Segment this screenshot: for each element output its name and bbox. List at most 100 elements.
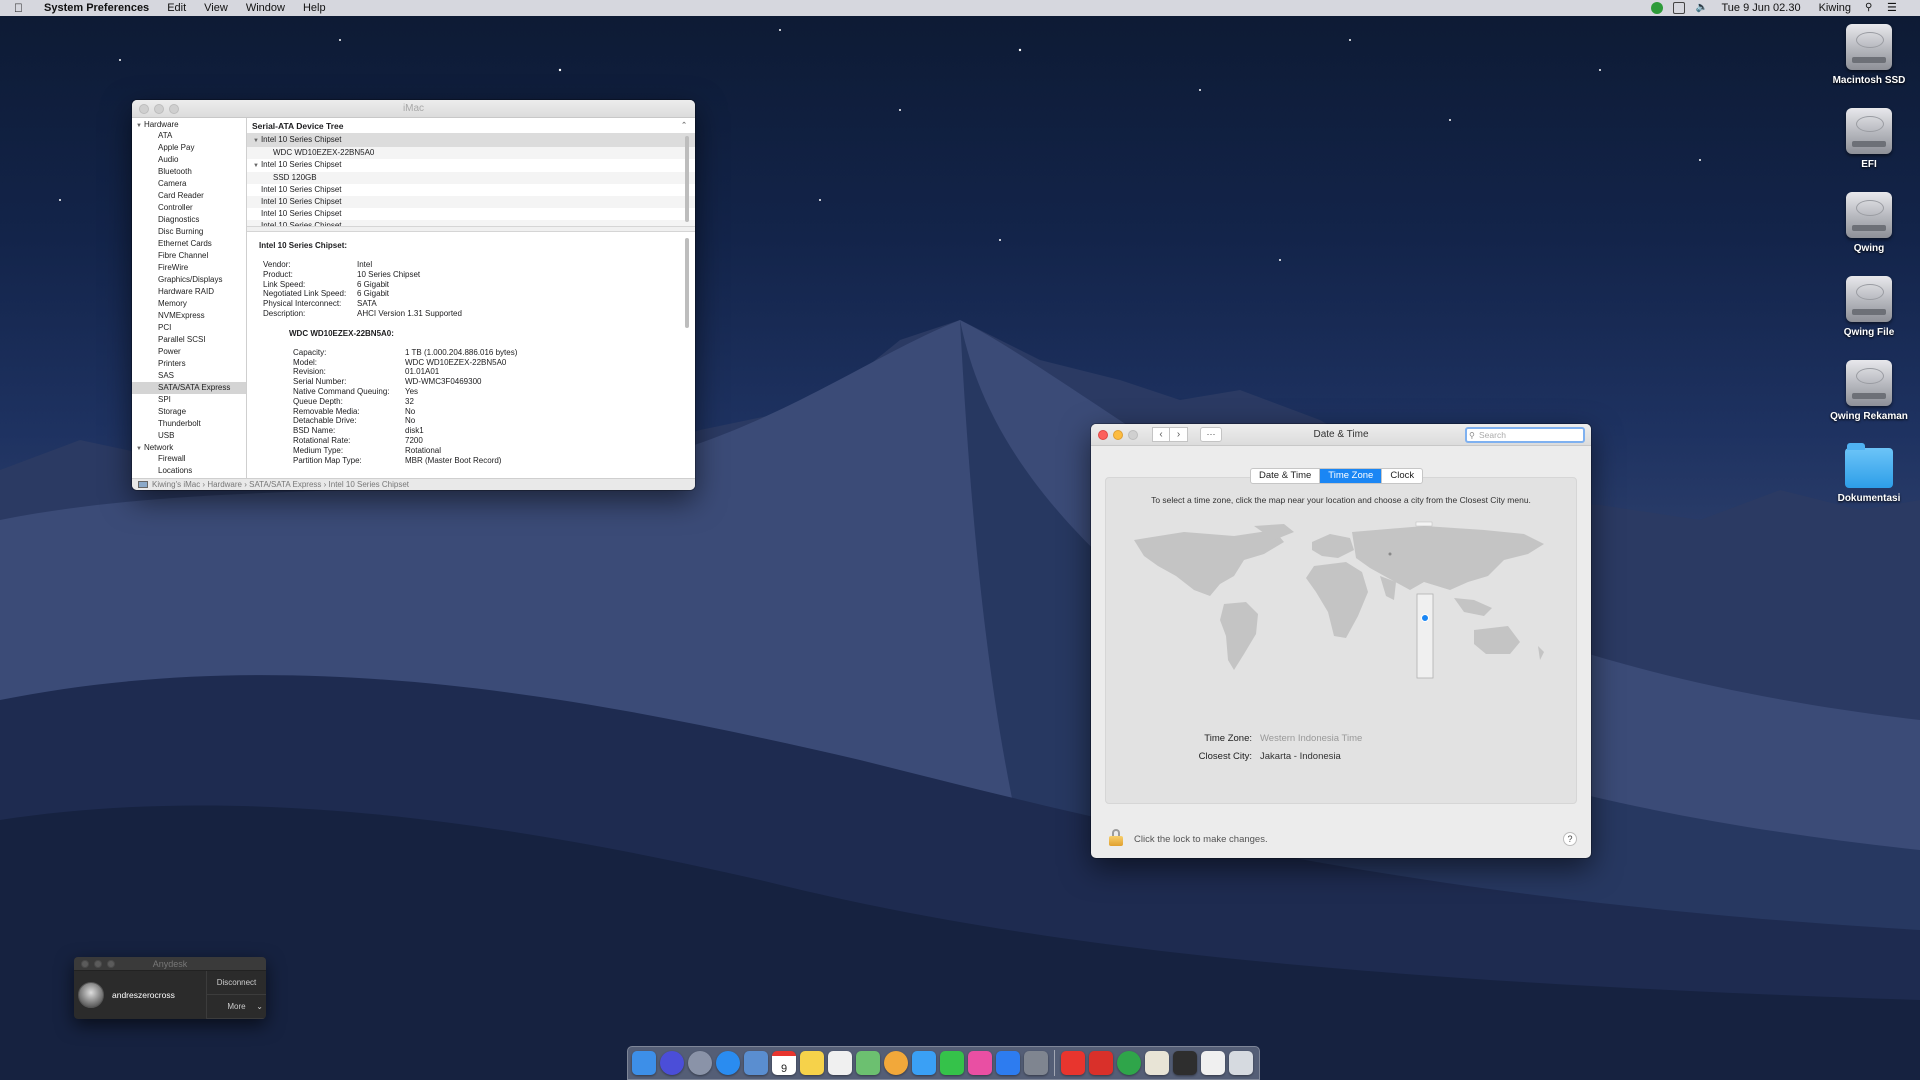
finder-icon[interactable]: [632, 1051, 656, 1075]
tree-scrollbar[interactable]: [685, 136, 689, 222]
tab-time-zone[interactable]: Time Zone: [1320, 469, 1383, 483]
window-titlebar[interactable]: iMac: [132, 100, 695, 118]
document-icon[interactable]: [1201, 1051, 1225, 1075]
anydesk-alt-icon[interactable]: [1089, 1051, 1113, 1075]
search-field[interactable]: ⚲ Search: [1465, 427, 1585, 443]
sidebar-item[interactable]: Parallel SCSI: [132, 334, 246, 346]
anydesk-icon[interactable]: [1061, 1051, 1085, 1075]
tab-clock[interactable]: Clock: [1382, 469, 1422, 483]
menu-view[interactable]: View: [195, 0, 237, 16]
sidebar-item[interactable]: Controller: [132, 202, 246, 214]
minimize-button[interactable]: [154, 103, 164, 114]
desktop-icon-qwing-file[interactable]: Qwing File: [1824, 276, 1914, 338]
app-store-icon[interactable]: [996, 1051, 1020, 1075]
sidebar-item[interactable]: FireWire: [132, 262, 246, 274]
disclosure-triangle-icon[interactable]: ▼: [253, 163, 259, 169]
lock-icon[interactable]: [1109, 829, 1123, 846]
tree-row[interactable]: SSD 120GB: [247, 172, 695, 184]
sidebar-item[interactable]: Disc Burning: [132, 226, 246, 238]
calendar-icon[interactable]: 9: [772, 1051, 796, 1075]
reminders-icon[interactable]: [828, 1051, 852, 1075]
network-radar-icon[interactable]: [1117, 1051, 1141, 1075]
script-editor-icon[interactable]: [1145, 1051, 1169, 1075]
sort-chevron-icon[interactable]: ⌃: [681, 118, 687, 134]
sidebar-item[interactable]: SATA/SATA Express: [132, 382, 246, 394]
path-bar-text[interactable]: Kiwing's iMac › Hardware › SATA/SATA Exp…: [152, 479, 409, 491]
display-mirror-icon[interactable]: [1673, 2, 1686, 14]
close-button[interactable]: [1098, 429, 1108, 440]
sidebar-item[interactable]: Apple Pay: [132, 142, 246, 154]
disclosure-triangle-icon[interactable]: ▼: [253, 138, 259, 144]
sidebar-section-network[interactable]: Network: [132, 442, 246, 453]
minimize-button[interactable]: [1113, 429, 1123, 440]
tree-row[interactable]: ▼ Intel 10 Series Chipset: [247, 134, 695, 147]
sidebar-item[interactable]: Firewall: [132, 453, 246, 465]
close-button[interactable]: [81, 959, 89, 968]
desktop-icon-qwing-rekaman[interactable]: Qwing Rekaman: [1824, 360, 1914, 422]
terminal-icon[interactable]: [1173, 1051, 1197, 1075]
sidebar-item[interactable]: Bluetooth: [132, 166, 246, 178]
sidebar-item[interactable]: USB: [132, 430, 246, 442]
sidebar-item[interactable]: Storage: [132, 406, 246, 418]
sidebar-item[interactable]: Card Reader: [132, 190, 246, 202]
system-preferences-icon[interactable]: [1024, 1051, 1048, 1075]
menu-user[interactable]: Kiwing: [1810, 0, 1860, 16]
tree-row[interactable]: WDC WD10EZEX-22BN5A0: [247, 147, 695, 159]
sidebar-item[interactable]: Hardware RAID: [132, 286, 246, 298]
desktop-icon-dokumentasi[interactable]: Dokumentasi: [1824, 443, 1914, 504]
tab-date-time[interactable]: Date & Time: [1251, 469, 1321, 483]
tree-row[interactable]: Intel 10 Series Chipset: [247, 184, 695, 196]
sidebar-section-hardware[interactable]: Hardware: [132, 119, 246, 130]
closest-city-value[interactable]: Jakarta - Indonesia: [1260, 751, 1341, 762]
tree-row[interactable]: Intel 10 Series Chipset: [247, 220, 695, 226]
notification-center-icon[interactable]: ☰: [1887, 2, 1899, 14]
zoom-button[interactable]: [107, 959, 115, 968]
time-zone-value[interactable]: Western Indonesia Time: [1260, 733, 1362, 744]
minimize-button[interactable]: [94, 959, 102, 968]
window-titlebar[interactable]: ‹ › ⋯ Date & Time ⚲ Search: [1091, 424, 1591, 446]
sidebar-item[interactable]: NVMExpress: [132, 310, 246, 322]
sidebar-item[interactable]: Fibre Channel: [132, 250, 246, 262]
menu-help[interactable]: Help: [294, 0, 335, 16]
sidebar-item[interactable]: Locations: [132, 465, 246, 477]
sidebar-item[interactable]: PCI: [132, 322, 246, 334]
preview-icon[interactable]: [744, 1051, 768, 1075]
desktop-icon-macintosh-ssd[interactable]: Macintosh SSD: [1824, 24, 1914, 86]
sidebar-item[interactable]: ATA: [132, 130, 246, 142]
back-button[interactable]: ‹: [1152, 427, 1170, 442]
sidebar-item[interactable]: Audio: [132, 154, 246, 166]
sidebar-item[interactable]: Ethernet Cards: [132, 238, 246, 250]
show-all-grid-icon[interactable]: ⋯: [1200, 427, 1222, 442]
desktop-icon-qwing[interactable]: Qwing: [1824, 192, 1914, 254]
sidebar-item[interactable]: Graphics/Displays: [132, 274, 246, 286]
sidebar-item[interactable]: Power: [132, 346, 246, 358]
tree-row[interactable]: Intel 10 Series Chipset: [247, 196, 695, 208]
sidebar-item[interactable]: SAS: [132, 370, 246, 382]
world-map[interactable]: [1124, 520, 1564, 680]
photos-icon[interactable]: [884, 1051, 908, 1075]
window-titlebar[interactable]: Anydesk: [74, 957, 266, 971]
forward-button[interactable]: ›: [1170, 427, 1188, 442]
volume-icon[interactable]: 🔈: [1695, 2, 1707, 14]
apple-menu-icon[interactable]: : [14, 1, 35, 15]
menu-window[interactable]: Window: [237, 0, 294, 16]
tree-row[interactable]: Intel 10 Series Chipset: [247, 208, 695, 220]
notes-icon[interactable]: [800, 1051, 824, 1075]
help-button[interactable]: ?: [1563, 832, 1577, 846]
sidebar-item[interactable]: Diagnostics: [132, 214, 246, 226]
zoom-button[interactable]: [169, 103, 179, 114]
siri-icon[interactable]: [660, 1051, 684, 1075]
close-button[interactable]: [139, 103, 149, 114]
tree-row[interactable]: ▼ Intel 10 Series Chipset: [247, 159, 695, 172]
launchpad-icon[interactable]: [688, 1051, 712, 1075]
messages-icon[interactable]: [912, 1051, 936, 1075]
detail-scrollbar[interactable]: [685, 238, 689, 328]
device-tree-header[interactable]: Serial-ATA Device Tree ⌃: [247, 118, 695, 134]
menu-app-name[interactable]: System Preferences: [35, 0, 158, 16]
zoom-button[interactable]: [1128, 429, 1138, 440]
sidebar-item[interactable]: Thunderbolt: [132, 418, 246, 430]
safari-icon[interactable]: [716, 1051, 740, 1075]
sidebar-item[interactable]: Camera: [132, 178, 246, 190]
desktop-icon-efi[interactable]: EFI: [1824, 108, 1914, 170]
itunes-icon[interactable]: [968, 1051, 992, 1075]
